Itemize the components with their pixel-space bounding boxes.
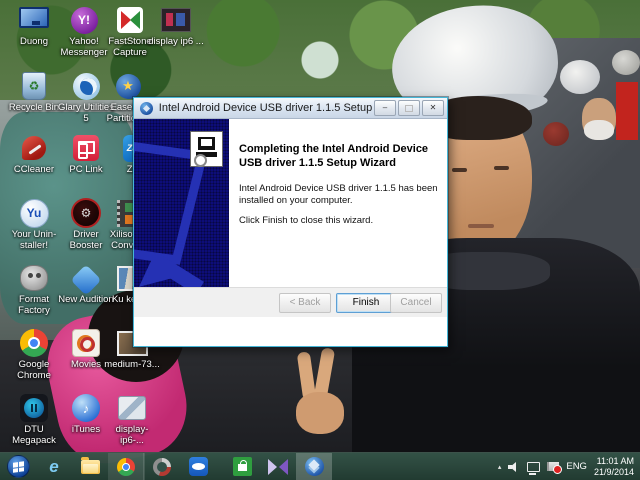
taskbar-teamviewer[interactable] xyxy=(180,453,216,480)
icon-label: DTU Megapack xyxy=(12,424,56,446)
wallpaper-hand xyxy=(296,392,344,434)
pc-link-icon xyxy=(73,135,99,161)
volume-icon[interactable] xyxy=(508,461,520,472)
your-uninstaller-icon xyxy=(19,198,49,228)
maximize-icon xyxy=(405,104,413,112)
internet-explorer-icon xyxy=(49,458,58,475)
windows-store-icon xyxy=(232,457,252,476)
google-chrome-icon xyxy=(20,329,48,357)
minimize-button[interactable]: – xyxy=(374,100,396,116)
action-center-flag-icon[interactable] xyxy=(547,462,563,474)
wallpaper-selfie-eye xyxy=(452,168,467,172)
desktop-icon-duong[interactable]: Duong xyxy=(6,4,62,48)
yahoo-messenger-icon xyxy=(70,6,98,34)
file-thumbnail-icon xyxy=(118,396,146,420)
system-tray: ENG 11:01 AM 21/9/2014 xyxy=(498,456,640,478)
maximize-button xyxy=(398,100,420,116)
start-button[interactable] xyxy=(0,453,36,480)
icon-label: display-ip6-... xyxy=(115,424,149,446)
network-icon[interactable] xyxy=(527,461,541,475)
taskbar-installer[interactable] xyxy=(296,452,332,480)
desktop-icon-format-factory[interactable]: Format Factory xyxy=(6,262,62,316)
tray-date: 21/9/2014 xyxy=(593,466,634,477)
wallpaper-rider-helmet xyxy=(543,122,569,146)
format-factory-icon xyxy=(20,265,48,291)
icon-label: Google Chrome xyxy=(17,359,51,381)
wallpaper-rider-mask xyxy=(584,120,614,140)
taskbar-media-app[interactable] xyxy=(260,453,296,480)
installer-icon xyxy=(140,101,153,115)
taskbar-google-chrome[interactable] xyxy=(108,452,144,480)
desktop-icon-ccleaner[interactable]: CCleaner xyxy=(6,132,62,176)
wizard-footer: < Back Finish Cancel xyxy=(134,287,447,317)
desktop-icon-dtu-megapack[interactable]: DTU Megapack xyxy=(6,392,62,446)
image-thumbnail-icon xyxy=(161,8,191,32)
wallpaper-selfie-mouth xyxy=(468,224,494,228)
desktop-icon-your-uninstaller[interactable]: Your Unin-staller! xyxy=(6,197,62,251)
tray-time: 11:01 AM xyxy=(596,455,634,466)
cancel-button: Cancel xyxy=(390,293,442,313)
taskbar-store[interactable] xyxy=(224,453,260,480)
desktop-icon-display-ip6-file[interactable]: display-ip6-... xyxy=(104,392,160,446)
file-explorer-icon xyxy=(80,456,100,474)
taskbar-circular-app[interactable] xyxy=(144,453,180,480)
icon-label: Duong xyxy=(20,36,48,47)
circular-app-icon xyxy=(153,457,171,476)
icon-label: Your Unin-staller! xyxy=(11,229,57,251)
wizard-heading: Completing the Intel Android Device USB … xyxy=(239,143,429,169)
teamviewer-icon xyxy=(188,457,208,476)
dtu-megapack-icon xyxy=(20,394,48,422)
wizard-body-text: Intel Android Device USB driver 1.1.5 ha… xyxy=(239,183,438,207)
wallpaper-rider-helmet xyxy=(612,50,640,75)
wallpaper-rider-helmet xyxy=(560,60,600,94)
close-button[interactable]: ✕ xyxy=(422,100,444,116)
desktop-icon-recycle-bin[interactable]: Recycle Bin xyxy=(6,70,62,114)
installer-icon xyxy=(304,457,324,476)
window-title: Intel Android Device USB driver 1.1.5 Se… xyxy=(158,102,373,114)
google-chrome-icon xyxy=(117,457,135,476)
icon-label: display ip6 ... xyxy=(148,36,204,47)
desktop-icon-google-chrome[interactable]: Google Chrome xyxy=(6,327,62,381)
taskbar-file-explorer[interactable] xyxy=(72,453,108,480)
setup-wizard-window: Intel Android Device USB driver 1.1.5 Se… xyxy=(133,97,448,347)
wizard-instruction-text: Click Finish to close this wizard. xyxy=(239,215,374,226)
movies-folder-icon xyxy=(72,329,100,357)
finish-button[interactable]: Finish xyxy=(336,293,396,313)
icon-label: medium-73... xyxy=(104,359,160,370)
icon-label: PC Link xyxy=(69,164,103,175)
easeus-partition-icon xyxy=(115,73,141,99)
desktop-icon-pc-link[interactable]: PC Link xyxy=(58,132,114,176)
taskbar-internet-explorer[interactable] xyxy=(36,453,72,480)
desktop-screen: Duong Yahoo! Messenger FastStone Capture… xyxy=(0,0,640,480)
windows-logo-icon xyxy=(6,455,30,478)
ccleaner-icon xyxy=(22,136,46,160)
icon-label: CCleaner xyxy=(13,164,55,175)
icon-label: Format Factory xyxy=(18,294,50,316)
clock[interactable]: 11:01 AM 21/9/2014 xyxy=(594,456,634,478)
itunes-icon xyxy=(72,394,100,422)
monitor-icon xyxy=(19,6,49,28)
new-audition-icon xyxy=(70,263,102,296)
recycle-bin-icon xyxy=(22,72,46,100)
glary-utilities-icon xyxy=(72,72,100,100)
faststone-capture-icon xyxy=(117,7,143,33)
media-app-icon xyxy=(268,458,288,475)
show-hidden-icons-arrow[interactable] xyxy=(498,463,502,471)
desktop-icon-display-ip6[interactable]: display ip6 ... xyxy=(148,4,204,48)
wallpaper-red-banner xyxy=(616,82,638,140)
driver-booster-icon xyxy=(71,198,101,228)
language-indicator[interactable]: ENG xyxy=(566,461,587,472)
taskbar: ENG 11:01 AM 21/9/2014 xyxy=(0,452,640,480)
icon-label: Recycle Bin xyxy=(8,102,60,113)
titlebar[interactable]: Intel Android Device USB driver 1.1.5 Se… xyxy=(134,98,447,119)
back-button: < Back xyxy=(279,293,331,313)
wallpaper-selfie-eye xyxy=(494,166,509,170)
install-computer-icon xyxy=(190,131,223,167)
